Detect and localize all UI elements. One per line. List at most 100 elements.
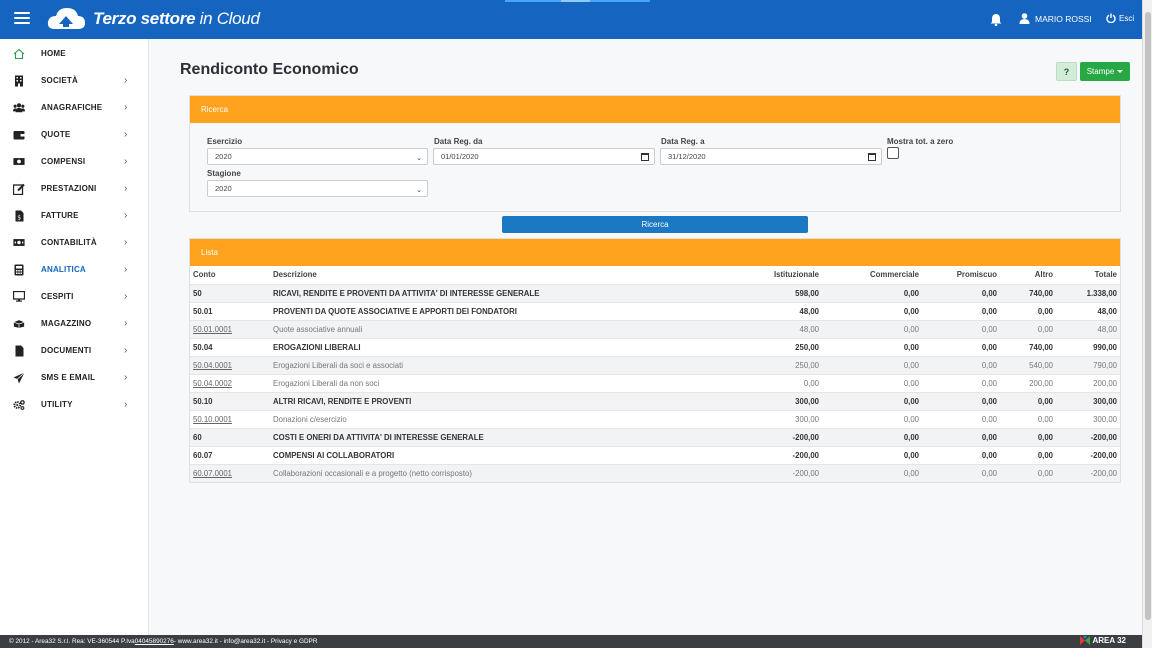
description-cell: COSTI E ONERI DA ATTIVITA' DI INTERESSE …: [270, 427, 660, 446]
account-link[interactable]: 50.10.0001: [193, 415, 232, 424]
account-link[interactable]: 50.01.0001: [193, 325, 232, 334]
description-cell: Quote associative annuali: [270, 319, 660, 338]
footer-vat-link[interactable]: 04045890276: [135, 638, 174, 645]
sidebar-item-sms-email[interactable]: SMS E EMAIL ›: [0, 364, 149, 391]
totale-cell: 48,00: [1056, 301, 1120, 320]
promiscuo-cell: 0,00: [922, 427, 1000, 446]
promiscuo-cell: 0,00: [922, 283, 1000, 302]
sidebar-item-utility[interactable]: UTILITY ›: [0, 391, 149, 418]
sidebar-item-label: DOCUMENTI: [41, 346, 92, 355]
calculator-icon: [13, 264, 25, 276]
print-button-label: Stampe: [1086, 67, 1115, 76]
stagione-select[interactable]: 2020 ⌄: [207, 180, 428, 197]
account-code-cell: 60.07.0001: [190, 463, 270, 482]
table-row: 50.10.0001 Donazioni c/esercizio 300,00 0,0…: [190, 409, 1120, 428]
search-button[interactable]: Ricerca: [502, 216, 808, 233]
print-dropdown-button[interactable]: Stampe: [1080, 62, 1130, 81]
table-row: 60 COSTI E ONERI DA ATTIVITA' DI INTERESS…: [190, 427, 1120, 446]
table-row: 50.01.0001 Quote associative annuali 48,00…: [190, 319, 1120, 338]
user-icon: [1019, 13, 1030, 24]
hamburger-menu-icon[interactable]: [14, 12, 30, 26]
sidebar-item-anagrafiche[interactable]: ANAGRAFICHE ›: [0, 94, 149, 121]
sidebar-item-prestazioni[interactable]: PRESTAZIONI ›: [0, 175, 149, 202]
help-button[interactable]: ?: [1056, 62, 1077, 81]
svg-text:$: $: [17, 214, 21, 221]
account-link[interactable]: 50.04.0001: [193, 361, 232, 370]
promiscuo-cell: 0,00: [922, 373, 1000, 392]
table-row: 50.01 PROVENTI DA QUOTE ASSOCIATIVE E APP…: [190, 301, 1120, 320]
promiscuo-cell: 0,00: [922, 445, 1000, 464]
user-menu[interactable]: MARIO ROSSI: [1019, 13, 1092, 24]
commerciale-cell: 0,00: [822, 319, 922, 338]
bell-icon[interactable]: [990, 13, 1002, 26]
vertical-scrollbar[interactable]: [1142, 0, 1152, 648]
altro-cell: 0,00: [1000, 391, 1056, 410]
account-link[interactable]: 50.04.0002: [193, 379, 232, 388]
promiscuo-cell: 0,00: [922, 355, 1000, 374]
altro-cell: 200,00: [1000, 373, 1056, 392]
column-header[interactable]: Descrizione: [270, 266, 660, 284]
sidebar-item-analitica[interactable]: ANALITICA ›: [0, 256, 149, 283]
wallet-icon: [13, 129, 25, 141]
column-header[interactable]: Commerciale: [822, 266, 922, 284]
sidebar-item-documenti[interactable]: DOCUMENTI ›: [0, 337, 149, 364]
sidebar-item-label: UTILITY: [41, 400, 73, 409]
send-icon: [13, 371, 25, 384]
account-code-cell: 60: [190, 427, 270, 446]
top-navbar: Terzo settore in Cloud MARIO ROSSI Esci: [0, 0, 1142, 39]
sidebar-item-cespiti[interactable]: CESPITI ›: [0, 283, 149, 310]
data-reg-da-input[interactable]: 01/01/2020: [433, 148, 655, 165]
logout-button[interactable]: Esci: [1106, 13, 1134, 23]
account-code-cell: 50.04: [190, 337, 270, 356]
app-brand[interactable]: Terzo settore in Cloud: [93, 9, 260, 29]
area32-logo[interactable]: AREA 32: [1079, 636, 1126, 645]
description-cell: Collaborazioni occasionali e a progetto …: [270, 463, 660, 482]
totale-cell: -200,00: [1056, 445, 1120, 464]
istituzionale-cell: 48,00: [660, 319, 822, 338]
chevron-right-icon: ›: [124, 75, 128, 86]
promiscuo-cell: 0,00: [922, 301, 1000, 320]
totale-cell: 300,00: [1056, 409, 1120, 428]
calendar-icon[interactable]: [868, 153, 876, 161]
stagione-label: Stagione: [207, 169, 241, 178]
data-reg-a-input[interactable]: 31/12/2020: [660, 148, 882, 165]
table-row: 50 RICAVI, RENDITE E PROVENTI DA ATTIVITA…: [190, 283, 1120, 302]
table-row: 50.04 EROGAZIONI LIBERALI 250,00 0,00 0,00 74…: [190, 337, 1120, 356]
sidebar-item-label: ANALITICA: [41, 265, 86, 274]
sidebar-item-societa[interactable]: SOCIETÀ ›: [0, 67, 149, 94]
istituzionale-cell: 48,00: [660, 301, 822, 320]
account-code-cell: 50: [190, 283, 270, 302]
commerciale-cell: 0,00: [822, 337, 922, 356]
account-code-cell: 50.04.0001: [190, 355, 270, 374]
mostra-zero-checkbox[interactable]: [887, 147, 899, 159]
description-cell: ALTRI RICAVI, RENDITE E PROVENTI: [270, 391, 660, 410]
table-row: 50.10 ALTRI RICAVI, RENDITE E PROVENTI 300…: [190, 391, 1120, 410]
footer: © 2012 - Area32 S.r.l. Rea: VE-360544 P.…: [0, 635, 1142, 648]
column-header[interactable]: Istituzionale: [660, 266, 822, 284]
column-header[interactable]: Totale: [1056, 266, 1120, 284]
promiscuo-cell: 0,00: [922, 409, 1000, 428]
sidebar-item-magazzino[interactable]: MAGAZZINO ›: [0, 310, 149, 337]
calendar-icon[interactable]: [641, 153, 649, 161]
sidebar-item-label: CONTABILITÀ: [41, 238, 97, 247]
cash-icon: [13, 237, 25, 249]
invoice-icon: $: [13, 210, 25, 222]
sidebar-item-quote[interactable]: QUOTE ›: [0, 121, 149, 148]
commerciale-cell: 0,00: [822, 301, 922, 320]
chevron-down-icon: ⌄: [416, 187, 422, 194]
account-link[interactable]: 60.07.0001: [193, 469, 232, 478]
cogs-icon: [13, 399, 25, 411]
sidebar-item-contabilita[interactable]: CONTABILITÀ ›: [0, 229, 149, 256]
column-header[interactable]: Altro: [1000, 266, 1056, 284]
sidebar-item-fatture[interactable]: $ FATTURE ›: [0, 202, 149, 229]
scrollbar-thumb[interactable]: [1145, 12, 1151, 620]
column-header[interactable]: Promiscuo: [922, 266, 1000, 284]
monitor-icon: [13, 291, 25, 303]
sidebar-item-home[interactable]: HOME: [0, 40, 149, 67]
totale-cell: 300,00: [1056, 391, 1120, 410]
sidebar-item-compensi[interactable]: COMPENSI ›: [0, 148, 149, 175]
esercizio-select[interactable]: 2020 ⌄: [207, 148, 428, 165]
boxes-icon: [13, 318, 25, 330]
column-header[interactable]: Conto: [190, 266, 270, 284]
istituzionale-cell: 598,00: [660, 283, 822, 302]
